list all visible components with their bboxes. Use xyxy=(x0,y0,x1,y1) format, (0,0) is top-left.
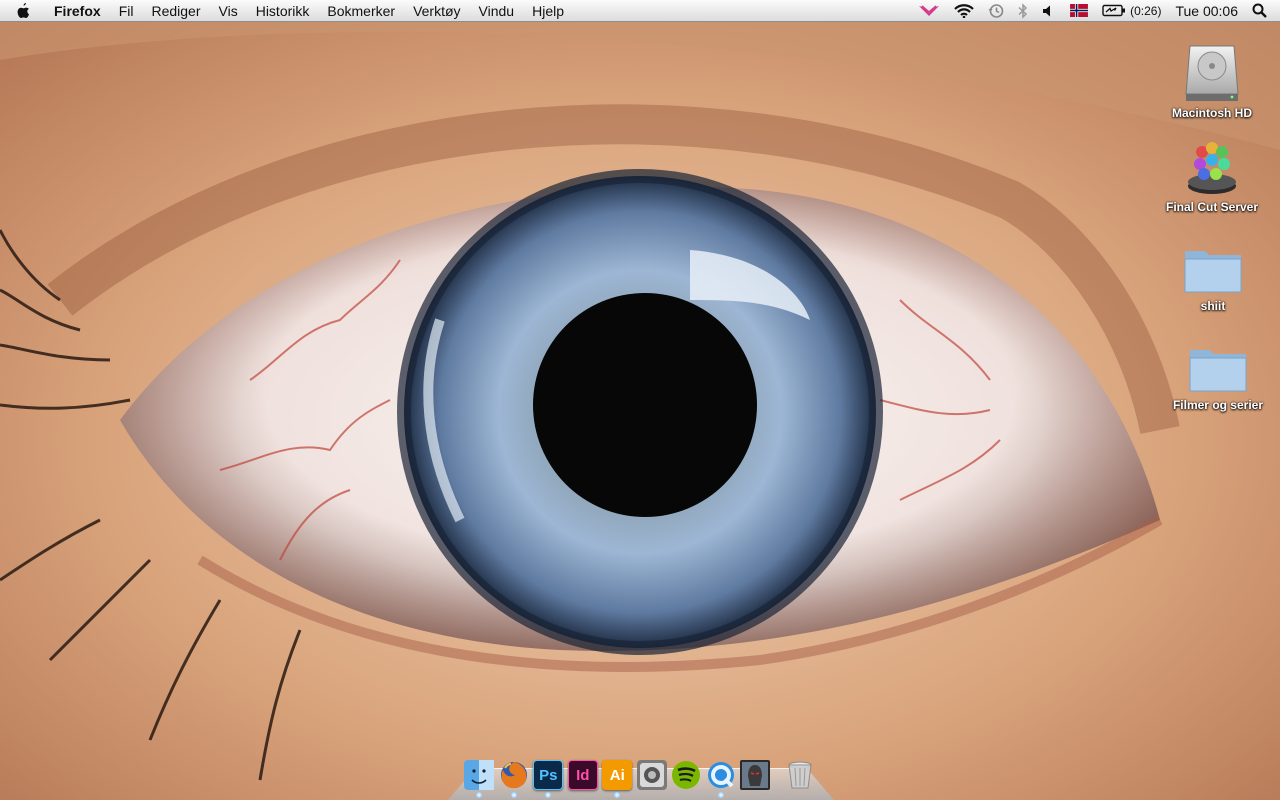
menu-vindu[interactable]: Vindu xyxy=(470,0,524,22)
running-indicator xyxy=(510,792,517,798)
apple-menu-icon[interactable] xyxy=(0,0,44,22)
compressor-icon xyxy=(636,760,667,790)
desktop-icon-macintosh-hd[interactable]: Macintosh HD xyxy=(1164,44,1260,121)
dock-quicktime[interactable] xyxy=(704,754,739,798)
trash-icon xyxy=(788,761,812,789)
folder-icon xyxy=(1189,350,1247,392)
desktop-icon-filmer-og-serier[interactable]: Filmer og serier xyxy=(1170,344,1266,413)
desktop-icon-label: Macintosh HD xyxy=(1171,106,1252,120)
desktop-icon-final-cut-server[interactable]: Final Cut Server xyxy=(1164,138,1260,215)
desktop-icon-label: Filmer og serier xyxy=(1172,398,1264,412)
illustrator-icon: Ai xyxy=(602,760,633,790)
final-cut-server-icon xyxy=(1188,142,1236,194)
dock-firefox[interactable] xyxy=(497,754,532,798)
hard-drive-icon xyxy=(1185,45,1239,101)
dock-photoshop[interactable]: Ps xyxy=(531,754,566,798)
battery-status[interactable]: (0:26) xyxy=(1095,0,1168,22)
dock-indesign[interactable]: Id xyxy=(566,754,601,790)
folder-icon xyxy=(1184,251,1242,293)
menu-verktoy[interactable]: Verktøy xyxy=(404,0,469,22)
indesign-icon: Id xyxy=(567,760,598,790)
quicktime-icon xyxy=(707,762,734,788)
bluetooth-icon[interactable] xyxy=(1011,0,1035,22)
dock-spotify[interactable] xyxy=(669,754,704,790)
wings-icon[interactable] xyxy=(911,0,947,22)
game-icon xyxy=(740,760,771,790)
battery-icon xyxy=(1102,4,1126,17)
time-machine-icon[interactable] xyxy=(981,0,1011,22)
spotlight-icon[interactable] xyxy=(1245,0,1274,22)
menu-bokmerker[interactable]: Bokmerker xyxy=(318,0,404,22)
desktop-icon-label: shiit xyxy=(1200,299,1226,313)
desktop-wallpaper-eye xyxy=(0,0,1280,800)
dock: Ps Id Ai xyxy=(462,754,818,798)
dock-compressor[interactable] xyxy=(635,754,670,790)
menu-bar: Firefox Fil Rediger Vis Historikk Bokmer… xyxy=(0,0,1280,22)
wifi-icon[interactable] xyxy=(947,0,981,22)
finder-icon xyxy=(464,760,495,790)
menu-historikk[interactable]: Historikk xyxy=(247,0,319,22)
desktop-icon-shiit[interactable]: shiit xyxy=(1165,245,1261,314)
menubar-clock[interactable]: Tue 00:06 xyxy=(1168,0,1245,22)
spotify-icon xyxy=(672,761,701,789)
menu-app-name[interactable]: Firefox xyxy=(44,0,110,22)
battery-time: (0:26) xyxy=(1130,3,1162,18)
dock-finder[interactable] xyxy=(462,754,497,798)
norway-flag-icon[interactable] xyxy=(1063,0,1095,22)
running-indicator xyxy=(717,792,724,798)
menu-fil[interactable]: Fil xyxy=(110,0,143,22)
photoshop-icon: Ps xyxy=(533,760,564,790)
volume-icon[interactable] xyxy=(1035,0,1063,22)
dock-illustrator[interactable]: Ai xyxy=(600,754,635,798)
dock-trash[interactable] xyxy=(783,754,818,790)
firefox-icon xyxy=(500,762,527,789)
desktop-icon-label: Final Cut Server xyxy=(1165,200,1259,214)
menu-hjelp[interactable]: Hjelp xyxy=(523,0,573,22)
menu-vis[interactable]: Vis xyxy=(210,0,247,22)
menu-rediger[interactable]: Rediger xyxy=(142,0,209,22)
dock-game[interactable] xyxy=(738,754,773,790)
